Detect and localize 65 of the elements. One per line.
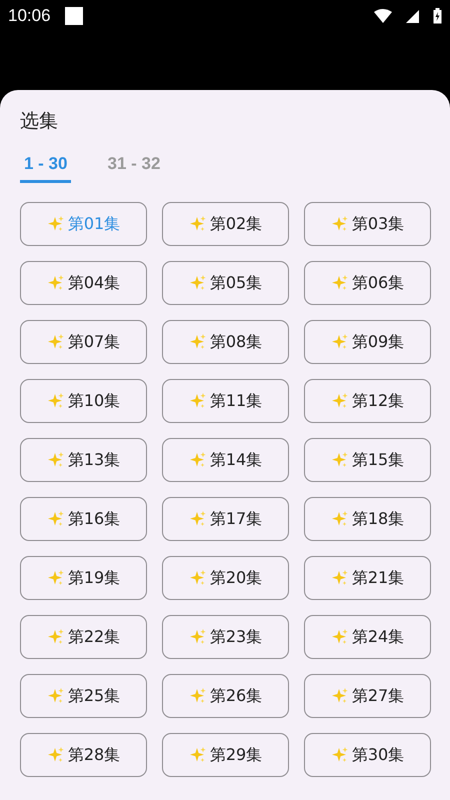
episode-button[interactable]: 第13集 — [20, 438, 147, 482]
sparkles-icon — [188, 215, 207, 233]
sparkles-icon — [330, 687, 349, 705]
episode-button[interactable]: 第28集 — [20, 733, 147, 777]
episode-button[interactable]: 第08集 — [162, 320, 289, 364]
sparkles-icon — [46, 569, 65, 587]
sparkles-icon — [188, 628, 207, 646]
sparkles-icon — [46, 628, 65, 646]
episode-button[interactable]: 第07集 — [20, 320, 147, 364]
episode-button[interactable]: 第22集 — [20, 615, 147, 659]
episode-button[interactable]: 第20集 — [162, 556, 289, 600]
sparkles-icon — [46, 333, 65, 351]
sparkles-icon — [188, 569, 207, 587]
episode-button[interactable]: 第17集 — [162, 497, 289, 541]
sparkles-icon — [46, 451, 65, 469]
sparkles-icon — [46, 746, 65, 764]
episode-button[interactable]: 第14集 — [162, 438, 289, 482]
sparkles-icon — [330, 215, 349, 233]
wifi-icon — [374, 9, 392, 23]
signal-icon — [406, 10, 419, 22]
sparkles-icon — [46, 392, 65, 410]
sparkles-icon — [330, 746, 349, 764]
episode-button[interactable]: 第02集 — [162, 202, 289, 246]
sparkles-icon — [188, 333, 207, 351]
sparkles-icon — [330, 392, 349, 410]
episode-button[interactable]: 第05集 — [162, 261, 289, 305]
sparkles-icon — [188, 510, 207, 528]
episode-button[interactable]: 第23集 — [162, 615, 289, 659]
status-time: 10:06 — [8, 6, 51, 26]
sparkles-icon — [330, 333, 349, 351]
sparkles-icon — [330, 628, 349, 646]
sparkles-icon — [46, 274, 65, 292]
episode-button[interactable]: 第27集 — [304, 674, 431, 718]
episode-button[interactable]: 第21集 — [304, 556, 431, 600]
sparkles-icon — [46, 510, 65, 528]
episode-button[interactable]: 第03集 — [304, 202, 431, 246]
sparkles-icon — [330, 510, 349, 528]
notification-icon — [64, 7, 83, 25]
sparkles-icon — [188, 392, 207, 410]
sparkles-icon — [46, 687, 65, 705]
episode-button[interactable]: 第15集 — [304, 438, 431, 482]
episode-button[interactable]: 第10集 — [20, 379, 147, 423]
episode-button[interactable]: 第12集 — [304, 379, 431, 423]
sparkles-icon — [330, 451, 349, 469]
sparkles-icon — [46, 215, 65, 233]
sheet-title: 选集 — [20, 109, 58, 134]
sparkles-icon — [330, 569, 349, 587]
episode-button[interactable]: 第29集 — [162, 733, 289, 777]
sparkles-icon — [188, 451, 207, 469]
episode-button[interactable]: 第04集 — [20, 261, 147, 305]
episode-button[interactable]: 第24集 — [304, 615, 431, 659]
episode-button[interactable]: 第30集 — [304, 733, 431, 777]
episode-button[interactable]: 第11集 — [162, 379, 289, 423]
sparkles-icon — [188, 687, 207, 705]
episode-button[interactable]: 第06集 — [304, 261, 431, 305]
episode-button[interactable]: 第26集 — [162, 674, 289, 718]
sparkles-icon — [330, 274, 349, 292]
episode-button[interactable]: 第16集 — [20, 497, 147, 541]
episode-button[interactable]: 第18集 — [304, 497, 431, 541]
sparkles-icon — [188, 746, 207, 764]
battery-icon — [433, 8, 442, 24]
episode-button[interactable]: 第09集 — [304, 320, 431, 364]
episode-button[interactable]: 第19集 — [20, 556, 147, 600]
episode-button[interactable]: 第25集 — [20, 674, 147, 718]
sparkles-icon — [188, 274, 207, 292]
